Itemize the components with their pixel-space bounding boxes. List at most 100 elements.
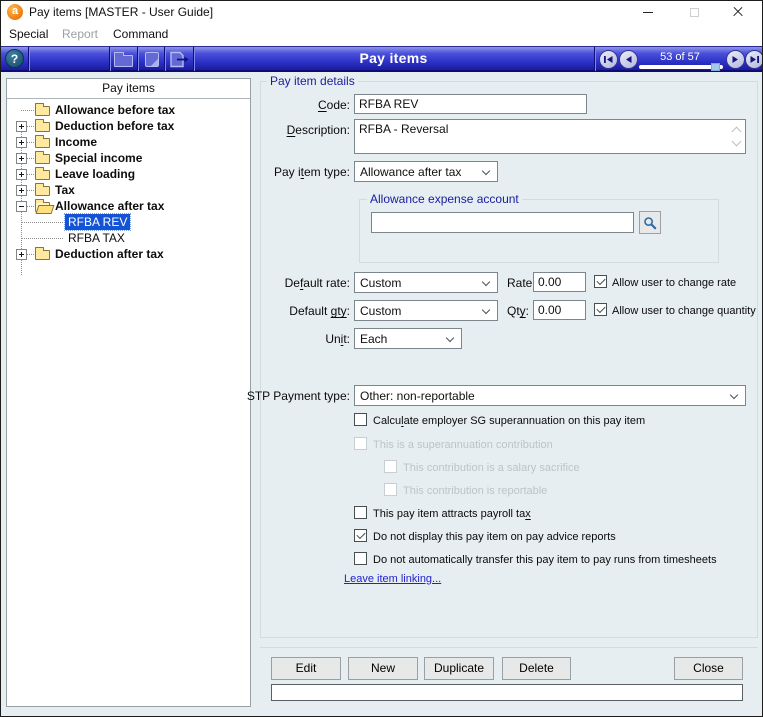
last-record-button[interactable]: [745, 49, 762, 69]
unit-label: Unit:: [325, 332, 350, 346]
folder-icon: [114, 51, 133, 67]
export-icon: [169, 51, 188, 67]
payroll-tax-label: This pay item attracts payroll tax: [373, 508, 531, 520]
toolbar: ? Pay items 53 of 57: [1, 46, 762, 72]
allow-change-rate-label: Allow user to change rate: [612, 277, 737, 289]
maximize-icon: [689, 7, 699, 17]
tree-header: Pay items: [7, 79, 250, 99]
first-record-icon: [604, 55, 613, 63]
next-record-button[interactable]: [726, 49, 745, 69]
tree-item-deduction-before-tax[interactable]: Deduction before tax: [7, 118, 250, 134]
is-super-contribution-checkbox: [354, 437, 367, 450]
last-record-icon: [750, 55, 759, 63]
tree-item-allowance-after-tax[interactable]: Allowance after tax: [7, 198, 250, 214]
expand-plus-icon[interactable]: [16, 153, 27, 164]
pay-item-type-select[interactable]: Allowance after tax: [354, 161, 498, 182]
salary-sacrifice-label: This contribution is a salary sacrifice: [403, 462, 580, 474]
menu-special[interactable]: Special: [9, 27, 48, 41]
close-window-button[interactable]: [721, 1, 755, 23]
chevron-down-icon: [481, 166, 491, 176]
minimize-button[interactable]: [631, 1, 665, 23]
menu-report: Report: [62, 27, 99, 41]
expand-plus-icon[interactable]: [16, 121, 27, 132]
chevron-down-icon: [445, 333, 455, 343]
toolbar-page-title: Pay items: [359, 50, 428, 66]
folder-icon: [35, 103, 50, 116]
folder-icon: [35, 151, 50, 164]
menu-command[interactable]: Command: [113, 27, 168, 41]
note-icon: [144, 51, 159, 67]
close-button[interactable]: Close: [674, 657, 743, 680]
help-button[interactable]: ?: [5, 49, 24, 68]
salary-sacrifice-checkbox: [384, 460, 397, 473]
new-note-button[interactable]: [138, 48, 165, 70]
payroll-tax-checkbox[interactable]: [354, 506, 367, 519]
next-record-icon: [732, 55, 738, 63]
leave-item-linking-link[interactable]: Leave item linking...: [344, 573, 441, 585]
expand-plus-icon[interactable]: [16, 137, 27, 148]
record-slider-thumb[interactable]: [711, 63, 720, 71]
tree-item-income[interactable]: Income: [7, 134, 250, 150]
open-folder-button[interactable]: [110, 48, 137, 70]
export-button[interactable]: [165, 48, 192, 70]
app-logo-icon: a: [7, 4, 23, 20]
tree-item-special-income[interactable]: Special income: [7, 150, 250, 166]
stp-payment-type-label: STP Payment type:: [246, 389, 350, 403]
default-rate-label: Default rate:: [284, 276, 350, 290]
description-field-frame: RFBA - Reversal: [354, 119, 746, 154]
default-qty-select[interactable]: Custom: [354, 300, 498, 321]
calc-super-checkbox[interactable]: [354, 413, 367, 426]
collapse-minus-icon[interactable]: [16, 201, 27, 212]
folder-icon: [35, 135, 50, 148]
tree-item-rfba-rev[interactable]: RFBA REV: [7, 213, 250, 231]
duplicate-button[interactable]: Duplicate: [424, 657, 494, 680]
allow-change-rate-checkbox[interactable]: [594, 275, 607, 288]
pay-items-tree-panel: Pay items Allowance before tax Deduction…: [6, 78, 251, 707]
qty-input[interactable]: [533, 300, 586, 320]
hide-on-pay-advice-checkbox[interactable]: [354, 529, 367, 542]
allow-change-quantity-checkbox[interactable]: [594, 303, 607, 316]
chevron-down-icon: [729, 390, 739, 400]
content-area: Pay items Allowance before tax Deduction…: [1, 72, 762, 716]
code-input[interactable]: [354, 94, 587, 114]
contribution-reportable-checkbox: [384, 483, 397, 496]
default-rate-select[interactable]: Custom: [354, 272, 498, 293]
tree-item-tax[interactable]: Tax: [7, 182, 250, 198]
unit-select[interactable]: Each: [354, 328, 462, 349]
folder-icon: [35, 183, 50, 196]
expense-account-input[interactable]: [371, 212, 634, 233]
no-auto-transfer-checkbox[interactable]: [354, 552, 367, 565]
expand-plus-icon[interactable]: [16, 185, 27, 196]
minimize-icon: [643, 11, 653, 13]
tree-body: Allowance before tax Deduction before ta…: [7, 99, 250, 706]
tree-item-deduction-after-tax[interactable]: Deduction after tax: [7, 246, 250, 262]
folder-icon: [35, 119, 50, 132]
contribution-reportable-label: This contribution is reportable: [403, 485, 548, 497]
hide-on-pay-advice-label: Do not display this pay item on pay advi…: [373, 531, 616, 543]
expand-plus-icon[interactable]: [16, 249, 27, 260]
no-auto-transfer-label: Do not automatically transfer this pay i…: [373, 554, 717, 566]
edit-button[interactable]: Edit: [271, 657, 341, 680]
rate-input[interactable]: [533, 272, 586, 292]
account-search-button[interactable]: [639, 211, 661, 234]
pay-item-details-label: Pay item details: [267, 74, 358, 88]
record-slider[interactable]: [639, 63, 723, 71]
folder-icon: [35, 167, 50, 180]
code-label: Code:: [317, 98, 350, 112]
new-button[interactable]: New: [348, 657, 418, 680]
toolbar-separator: [594, 47, 595, 71]
tree-item-rfba-tax[interactable]: RFBA TAX: [7, 230, 250, 246]
description-input[interactable]: RFBA - Reversal: [355, 120, 745, 153]
tree-item-leave-loading[interactable]: Leave loading: [7, 166, 250, 182]
stp-payment-type-select[interactable]: Other: non-reportable: [354, 385, 746, 406]
window-title: Pay items [MASTER - User Guide]: [29, 5, 214, 19]
tree-item-allowance-before-tax[interactable]: Allowance before tax: [7, 102, 250, 118]
delete-button[interactable]: Delete: [502, 657, 571, 680]
status-field[interactable]: [271, 684, 743, 701]
app-window: a Pay items [MASTER - User Guide] Specia…: [0, 0, 763, 717]
selected-tree-item-label[interactable]: RFBA REV: [63, 213, 132, 231]
expand-plus-icon[interactable]: [16, 169, 27, 180]
previous-record-button[interactable]: [619, 49, 638, 69]
pay-item-type-label: Pay item type:: [273, 165, 350, 179]
first-record-button[interactable]: [599, 49, 618, 69]
